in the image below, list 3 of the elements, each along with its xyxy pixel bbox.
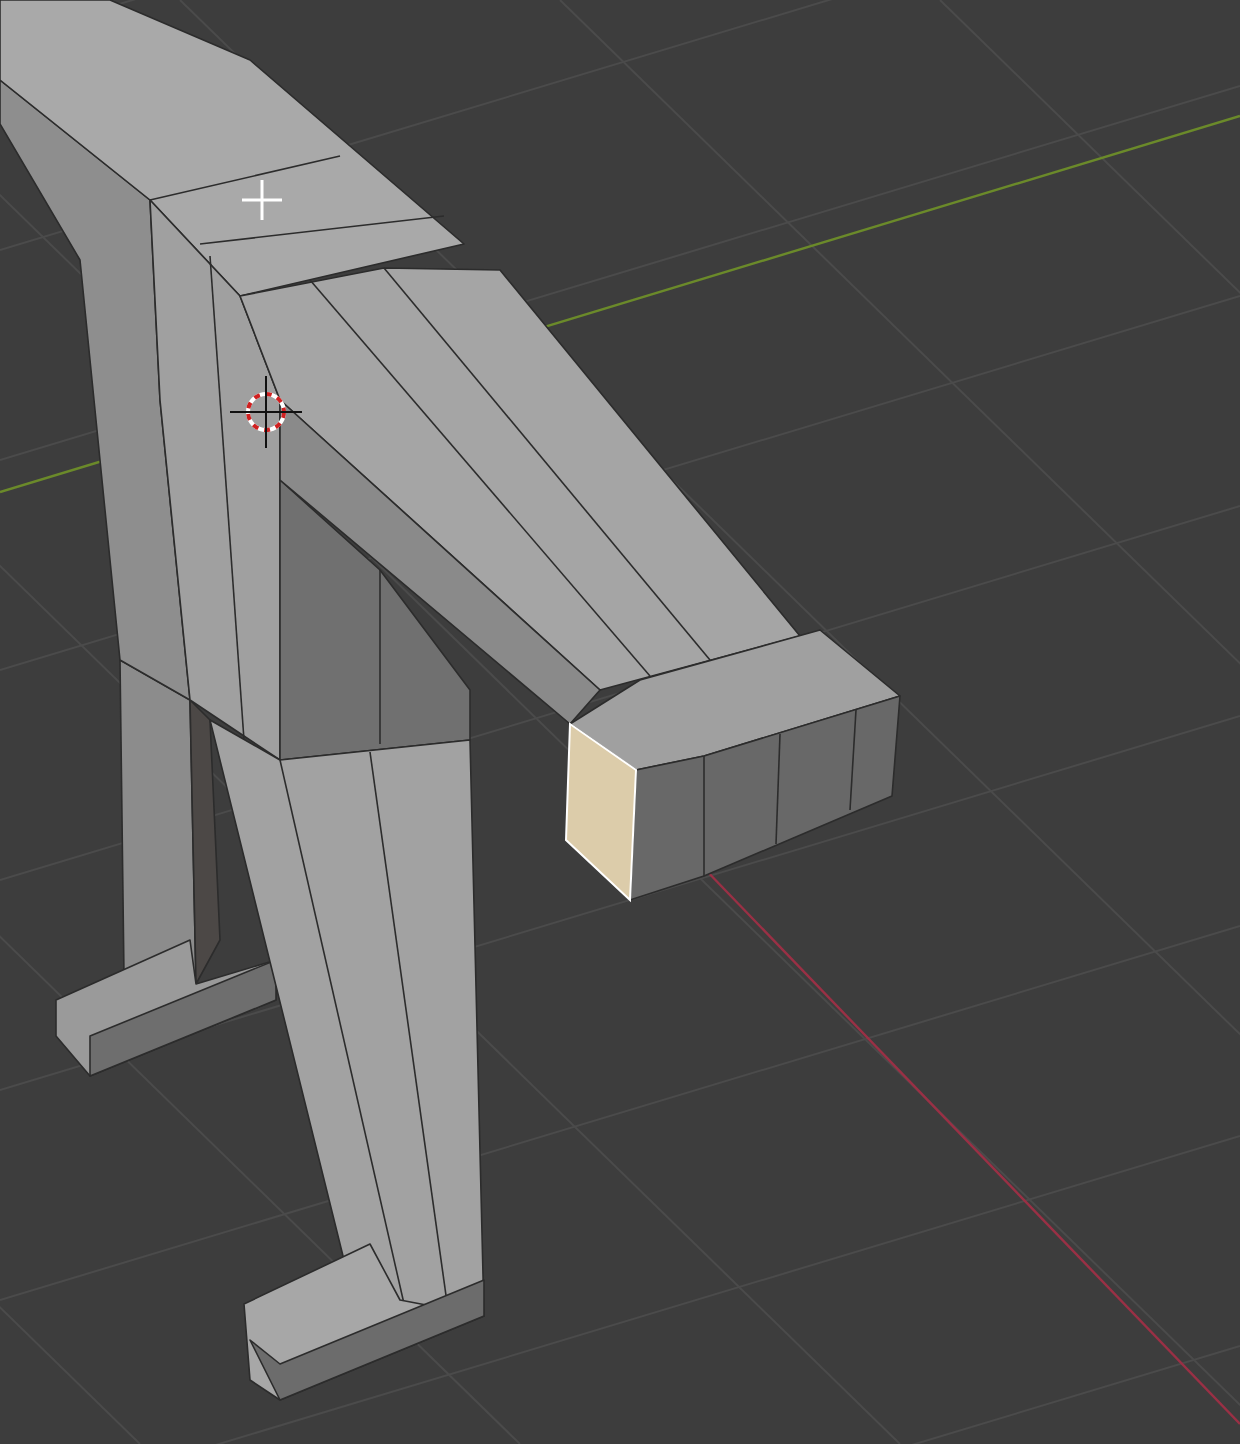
selected-face[interactable] xyxy=(565,722,638,903)
3d-cursor-icon xyxy=(229,375,303,449)
crosshair-cursor-icon xyxy=(242,180,282,220)
